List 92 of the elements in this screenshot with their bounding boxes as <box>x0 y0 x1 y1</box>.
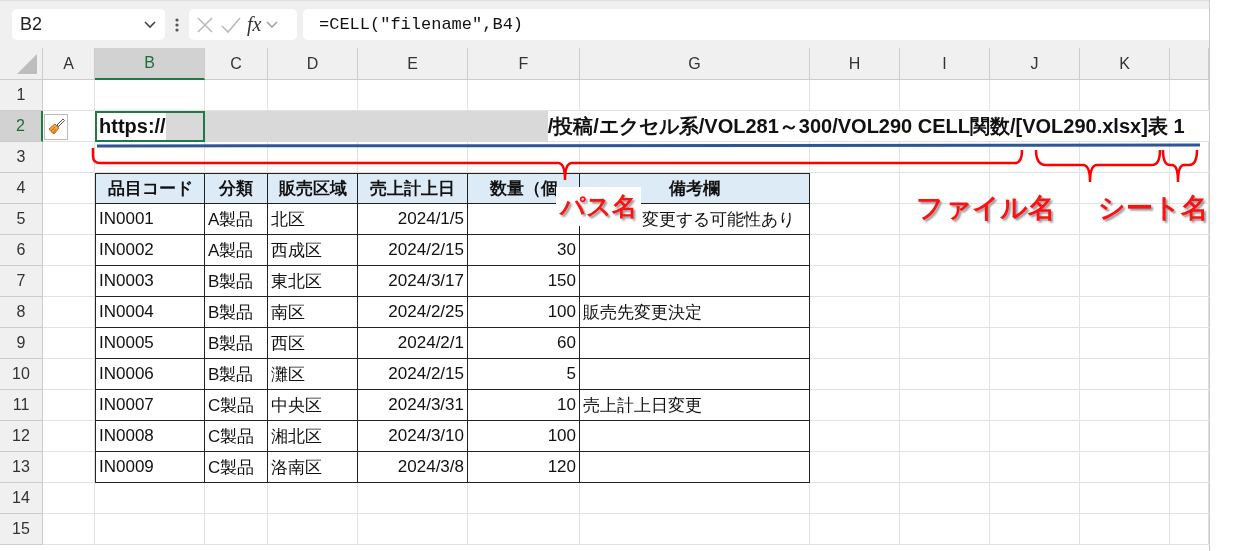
table-cell: 南区 <box>268 297 358 328</box>
row-header[interactable]: 10 <box>0 359 43 390</box>
row-header[interactable]: 1 <box>0 80 43 111</box>
table-cell: C製品 <box>205 452 268 483</box>
column-header[interactable]: J <box>990 48 1080 80</box>
column-header[interactable]: A <box>43 48 95 80</box>
table-cell: 中央区 <box>268 390 358 421</box>
table-cell: IN0008 <box>95 421 205 452</box>
table-cell: 30 <box>468 235 580 266</box>
row-header[interactable]: 11 <box>0 390 43 421</box>
table-cell: 2024/2/15 <box>358 235 468 266</box>
callout-label: シート名 <box>1098 192 1208 225</box>
column-header[interactable]: D <box>268 48 358 80</box>
table-cell: B製品 <box>205 297 268 328</box>
table-cell: 西区 <box>268 328 358 359</box>
column-heading: 品目コード <box>95 173 205 204</box>
table-cell: 10 <box>468 390 580 421</box>
row-header[interactable]: 5 <box>0 204 43 235</box>
table-cell: C製品 <box>205 390 268 421</box>
table-cell: IN0003 <box>95 266 205 297</box>
column-heading: 売上計上日 <box>358 173 468 204</box>
table-cell: IN0002 <box>95 235 205 266</box>
table-cell: 2024/2/1 <box>358 328 468 359</box>
column-header[interactable]: C <box>205 48 268 80</box>
table-cell: 北区 <box>268 204 358 235</box>
column-header[interactable]: K <box>1080 48 1170 80</box>
row-header[interactable]: 9 <box>0 328 43 359</box>
table-cell: IN0009 <box>95 452 205 483</box>
row-header[interactable]: 6 <box>0 235 43 266</box>
column-header[interactable]: H <box>810 48 900 80</box>
table-cell: IN0004 <box>95 297 205 328</box>
column-header[interactable]: G <box>580 48 810 80</box>
table-cell: 150 <box>468 266 580 297</box>
table-cell: B製品 <box>205 359 268 390</box>
row-header[interactable]: 2 <box>0 111 43 142</box>
table-cell: 2024/3/17 <box>358 266 468 297</box>
table-cell: 120 <box>468 452 580 483</box>
table-cell: 湘北区 <box>268 421 358 452</box>
cell-text: https:// <box>99 115 166 138</box>
table-cell: 東北区 <box>268 266 358 297</box>
table-cell: B製品 <box>205 266 268 297</box>
table-cell: 2024/2/25 <box>358 297 468 328</box>
table-cell: B製品 <box>205 328 268 359</box>
row-header[interactable]: 12 <box>0 421 43 452</box>
table-cell: 2024/1/5 <box>358 204 468 235</box>
column-header[interactable]: I <box>900 48 990 80</box>
column-header[interactable]: E <box>358 48 468 80</box>
callout-label: ファイル名 <box>916 192 1055 225</box>
table-cell: 5 <box>468 359 580 390</box>
table-cell: IN0007 <box>95 390 205 421</box>
dropdown-chevron-icon <box>143 19 157 30</box>
callout-label: パス名 <box>556 187 641 226</box>
row-header[interactable]: 7 <box>0 266 43 297</box>
table-cell: 西成区 <box>268 235 358 266</box>
table-cell: 100 <box>468 297 580 328</box>
formula-field[interactable]: =CELL("filename",B4) <box>303 9 1209 40</box>
name-box[interactable]: B2 <box>12 9 165 40</box>
table-cell: 2024/3/8 <box>358 452 468 483</box>
table-cell: 2024/2/15 <box>358 359 468 390</box>
paintbrush-icon <box>46 116 66 137</box>
column-header[interactable]: F <box>468 48 580 80</box>
column-heading: 分類 <box>205 173 268 204</box>
flash-fill-options-button[interactable] <box>44 113 68 140</box>
table-cell: 60 <box>468 328 580 359</box>
table-cell: IN0001 <box>95 204 205 235</box>
table-cell: 2024/3/31 <box>358 390 468 421</box>
more-options-icon[interactable] <box>175 16 179 33</box>
table-cell: 販売先変更決定 <box>580 297 810 328</box>
row-header[interactable]: 8 <box>0 297 43 328</box>
row-header[interactable]: 4 <box>0 173 43 204</box>
table-cell: 灘区 <box>268 359 358 390</box>
column-heading: 販売区域 <box>268 173 358 204</box>
row-header[interactable]: 13 <box>0 452 43 483</box>
column-header[interactable]: B <box>95 48 205 80</box>
cell-text: /投稿/エクセル系/VOL281～300/VOL290 CELL関数/[VOL290.xlsx]表 1 <box>547 114 1185 139</box>
row-header[interactable]: 14 <box>0 483 43 514</box>
cancel-icon[interactable] <box>195 14 215 35</box>
column-header[interactable] <box>1170 48 1209 80</box>
table-cell: C製品 <box>205 421 268 452</box>
table-cell: 2024/3/10 <box>358 421 468 452</box>
select-all-icon[interactable] <box>15 52 39 76</box>
insert-function-button[interactable]: fx <box>247 13 262 36</box>
table-cell: 売上計上日変更 <box>580 390 810 421</box>
table-cell: A製品 <box>205 235 268 266</box>
table-cell: IN0006 <box>95 359 205 390</box>
row-header[interactable]: 3 <box>0 142 43 173</box>
row-header[interactable]: 15 <box>0 514 43 545</box>
dropdown-chevron-icon[interactable] <box>266 19 279 30</box>
table-cell: A製品 <box>205 204 268 235</box>
table-cell: 洛南区 <box>268 452 358 483</box>
table-cell: 100 <box>468 421 580 452</box>
table-cell: IN0005 <box>95 328 205 359</box>
